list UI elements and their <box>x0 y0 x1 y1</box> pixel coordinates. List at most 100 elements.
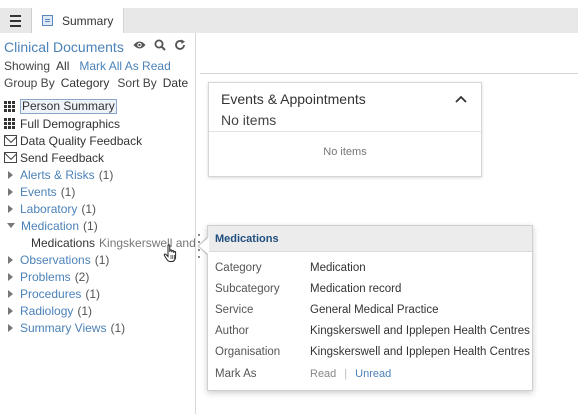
tree-item-label: Send Feedback <box>20 150 105 165</box>
popup-title: Medications <box>208 226 532 252</box>
showing-row: Showing All Mark All As Read <box>4 59 171 73</box>
category-count: (1) <box>77 303 93 318</box>
row-key: Service <box>215 304 254 316</box>
category-count: (1) <box>94 252 110 267</box>
popup-row-service: Service General Medical Practice <box>215 304 438 316</box>
category-label: Procedures <box>20 286 82 301</box>
grid-icon <box>4 101 17 112</box>
row-key: Subcategory <box>215 283 280 295</box>
showing-label: Showing <box>4 59 51 73</box>
mark-read-link[interactable]: Read <box>310 368 336 380</box>
category-label: Observations <box>20 252 91 267</box>
clinical-documents-panel: Clinical Documents Showing All Mark All As… <box>0 33 196 414</box>
document-preview-popup: Medications Category Medication Subcatego… <box>207 225 533 391</box>
panel-title: Clinical Documents <box>4 39 124 55</box>
sort-by-value[interactable]: Date <box>163 76 188 90</box>
tree-item-full-demographics[interactable]: Full Demographics <box>0 115 196 132</box>
expand-arrow-icon[interactable] <box>8 170 13 179</box>
link-separator: | <box>344 368 348 380</box>
document-author: Kingskerswell and Ipplepen Health Centre… <box>99 235 196 250</box>
eye-icon[interactable] <box>133 40 146 50</box>
row-value: Kingskerswell and Ipplepen Health Centre… <box>310 325 530 337</box>
group-by-value[interactable]: Category <box>61 76 110 90</box>
tree-category-alerts-risks[interactable]: Alerts & Risks (1) <box>0 166 196 183</box>
tree-item-person-summary[interactable]: Person Summary <box>0 98 196 115</box>
tree-item-data-quality-feedback[interactable]: Data Quality Feedback <box>0 132 196 149</box>
hamburger-menu-button[interactable] <box>0 8 32 33</box>
document-title: Medications <box>31 235 96 250</box>
popup-pointer-fill <box>199 237 209 255</box>
header-divider <box>200 73 578 74</box>
category-count: (2) <box>74 269 90 284</box>
expand-arrow-icon[interactable] <box>8 306 13 315</box>
row-value: Kingskerswell and Ipplepen Health Centre… <box>310 346 530 358</box>
tree-category-procedures[interactable]: Procedures (1) <box>0 285 196 302</box>
row-key: Organisation <box>215 346 281 358</box>
tab-label: Summary <box>62 13 114 28</box>
row-value: Medication <box>310 262 366 274</box>
empty-state-text: No items <box>323 146 367 158</box>
expand-arrow-icon[interactable] <box>8 187 13 196</box>
hamburger-icon <box>10 13 21 28</box>
popup-row-organisation: Organisation Kingskerswell and Ipplepen H… <box>215 346 530 358</box>
mail-icon <box>4 135 17 146</box>
row-key: Mark As <box>215 368 257 380</box>
expand-arrow-icon[interactable] <box>8 323 13 332</box>
grid-icon <box>4 118 17 129</box>
category-count: (1) <box>85 286 101 301</box>
expand-arrow-icon[interactable] <box>8 289 13 298</box>
events-appointments-card: Events & Appointments No items No items <box>208 82 482 177</box>
tree-category-summary-views[interactable]: Summary Views (1) <box>0 319 196 336</box>
category-label: Laboratory <box>20 201 78 216</box>
top-bar: Summary <box>0 0 578 33</box>
document-tree: Person Summary Full Demographics Data Qu… <box>0 98 196 336</box>
card-divider <box>209 131 481 132</box>
tree-category-events[interactable]: Events (1) <box>0 183 196 200</box>
collapse-arrow-icon[interactable] <box>7 223 15 228</box>
category-label: Medication <box>21 218 80 233</box>
tree-item-label: Data Quality Feedback <box>20 133 143 148</box>
panel-toolbar <box>133 39 186 51</box>
tree-category-medication[interactable]: Medication (1) <box>0 217 196 234</box>
card-title: Events & Appointments <box>221 91 366 107</box>
tree-category-laboratory[interactable]: Laboratory (1) <box>0 200 196 217</box>
expand-arrow-icon[interactable] <box>8 272 13 281</box>
row-key: Author <box>215 325 249 337</box>
expand-arrow-icon[interactable] <box>8 204 13 213</box>
tree-category-radiology[interactable]: Radiology (1) <box>0 302 196 319</box>
popup-row-subcategory: Subcategory Medication record <box>215 283 401 295</box>
sort-by-label: Sort By <box>117 76 157 90</box>
category-label: Alerts & Risks <box>20 167 95 182</box>
row-value: General Medical Practice <box>310 304 439 316</box>
row-value: Medication record <box>310 283 402 295</box>
tree-category-problems[interactable]: Problems (2) <box>0 268 196 285</box>
mark-unread-link[interactable]: Unread <box>355 368 391 380</box>
mail-icon <box>4 152 17 163</box>
popup-row-category: Category Medication <box>215 262 366 274</box>
category-count: (1) <box>83 218 98 233</box>
expand-arrow-icon[interactable] <box>8 255 13 264</box>
document-icon <box>42 15 53 26</box>
category-label: Summary Views <box>20 320 107 335</box>
category-label: Events <box>20 184 57 199</box>
tree-item-label: Person Summary <box>20 99 117 114</box>
chevron-up-icon[interactable] <box>455 95 467 103</box>
tree-item-send-feedback[interactable]: Send Feedback <box>0 149 196 166</box>
group-by-label: Group By <box>4 76 55 90</box>
tab-summary[interactable]: Summary <box>32 8 124 33</box>
popup-row-author: Author Kingskerswell and Ipplepen Health … <box>215 325 530 337</box>
category-count: (1) <box>98 167 114 182</box>
mark-all-read-link[interactable]: Mark All As Read <box>79 59 170 73</box>
category-label: Radiology <box>20 303 74 318</box>
hand-cursor-icon <box>163 244 177 262</box>
card-subtitle: No items <box>221 112 277 128</box>
showing-value[interactable]: All <box>56 59 69 73</box>
category-count: (1) <box>81 201 97 216</box>
category-count: (1) <box>110 320 126 335</box>
tree-item-label: Full Demographics <box>20 116 121 131</box>
row-key: Category <box>215 262 262 274</box>
category-count: (1) <box>60 184 76 199</box>
refresh-icon[interactable] <box>174 39 186 51</box>
category-label: Problems <box>20 269 71 284</box>
search-icon[interactable] <box>154 39 166 51</box>
